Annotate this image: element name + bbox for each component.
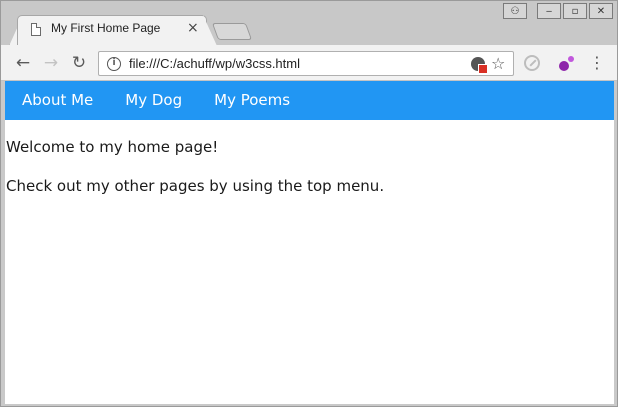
close-icon[interactable]: × — [187, 20, 199, 36]
window-close-icon[interactable]: ✕ — [589, 3, 613, 19]
instructions-text: Check out my other pages by using the to… — [6, 177, 385, 195]
nav-about-me[interactable]: About Me — [5, 81, 109, 120]
minimize-icon[interactable]: ‒ — [537, 3, 561, 19]
nav-my-dog[interactable]: My Dog — [109, 81, 198, 120]
forward-icon[interactable]: → — [41, 53, 61, 73]
browser-window: My First Home Page × ⚇ ‒ ▫ ✕ ← → ↻ i fil… — [0, 0, 618, 407]
nav-my-poems[interactable]: My Poems — [198, 81, 306, 120]
extension-dot-small — [568, 56, 574, 62]
bookmark-star-icon[interactable]: ☆ — [491, 54, 505, 73]
reload-icon[interactable]: ↻ — [69, 53, 89, 73]
window-controls: ⚇ ‒ ▫ ✕ — [501, 3, 613, 19]
address-bar[interactable]: i file:///C:/achuff/wp/w3css.html ☆ — [98, 51, 514, 76]
browser-toolbar: ← → ↻ i file:///C:/achuff/wp/w3css.html … — [1, 45, 617, 81]
url-text[interactable]: file:///C:/achuff/wp/w3css.html — [129, 56, 300, 71]
tab-title: My First Home Page — [51, 21, 161, 35]
back-icon[interactable]: ← — [13, 53, 33, 73]
extension-dot-large — [559, 61, 569, 71]
page-content: Welcome to my home page! Check out my ot… — [6, 137, 384, 215]
blocked-content-icon[interactable] — [471, 57, 488, 74]
document-icon — [31, 23, 41, 36]
restore-icon[interactable]: ▫ — [563, 3, 587, 19]
restore-glyph: ▫ — [571, 5, 579, 17]
top-menu: About Me My Dog My Poems — [5, 81, 614, 120]
window-close-glyph: ✕ — [596, 5, 606, 17]
welcome-text: Welcome to my home page! — [6, 138, 219, 156]
info-icon[interactable]: i — [107, 57, 121, 71]
menu-icon[interactable]: ⋮ — [589, 53, 605, 73]
user-glyph: ⚇ — [510, 5, 520, 17]
minimize-glyph: ‒ — [545, 5, 553, 17]
page-viewport: About Me My Dog My Poems Welcome to my h… — [5, 81, 614, 404]
extension-dots-icon[interactable] — [557, 55, 575, 73]
extension-blocked-icon[interactable] — [524, 55, 540, 71]
user-icon[interactable]: ⚇ — [503, 3, 527, 19]
tab-strip: My First Home Page × ⚇ ‒ ▫ ✕ — [1, 1, 617, 46]
new-tab-button[interactable] — [211, 23, 253, 40]
